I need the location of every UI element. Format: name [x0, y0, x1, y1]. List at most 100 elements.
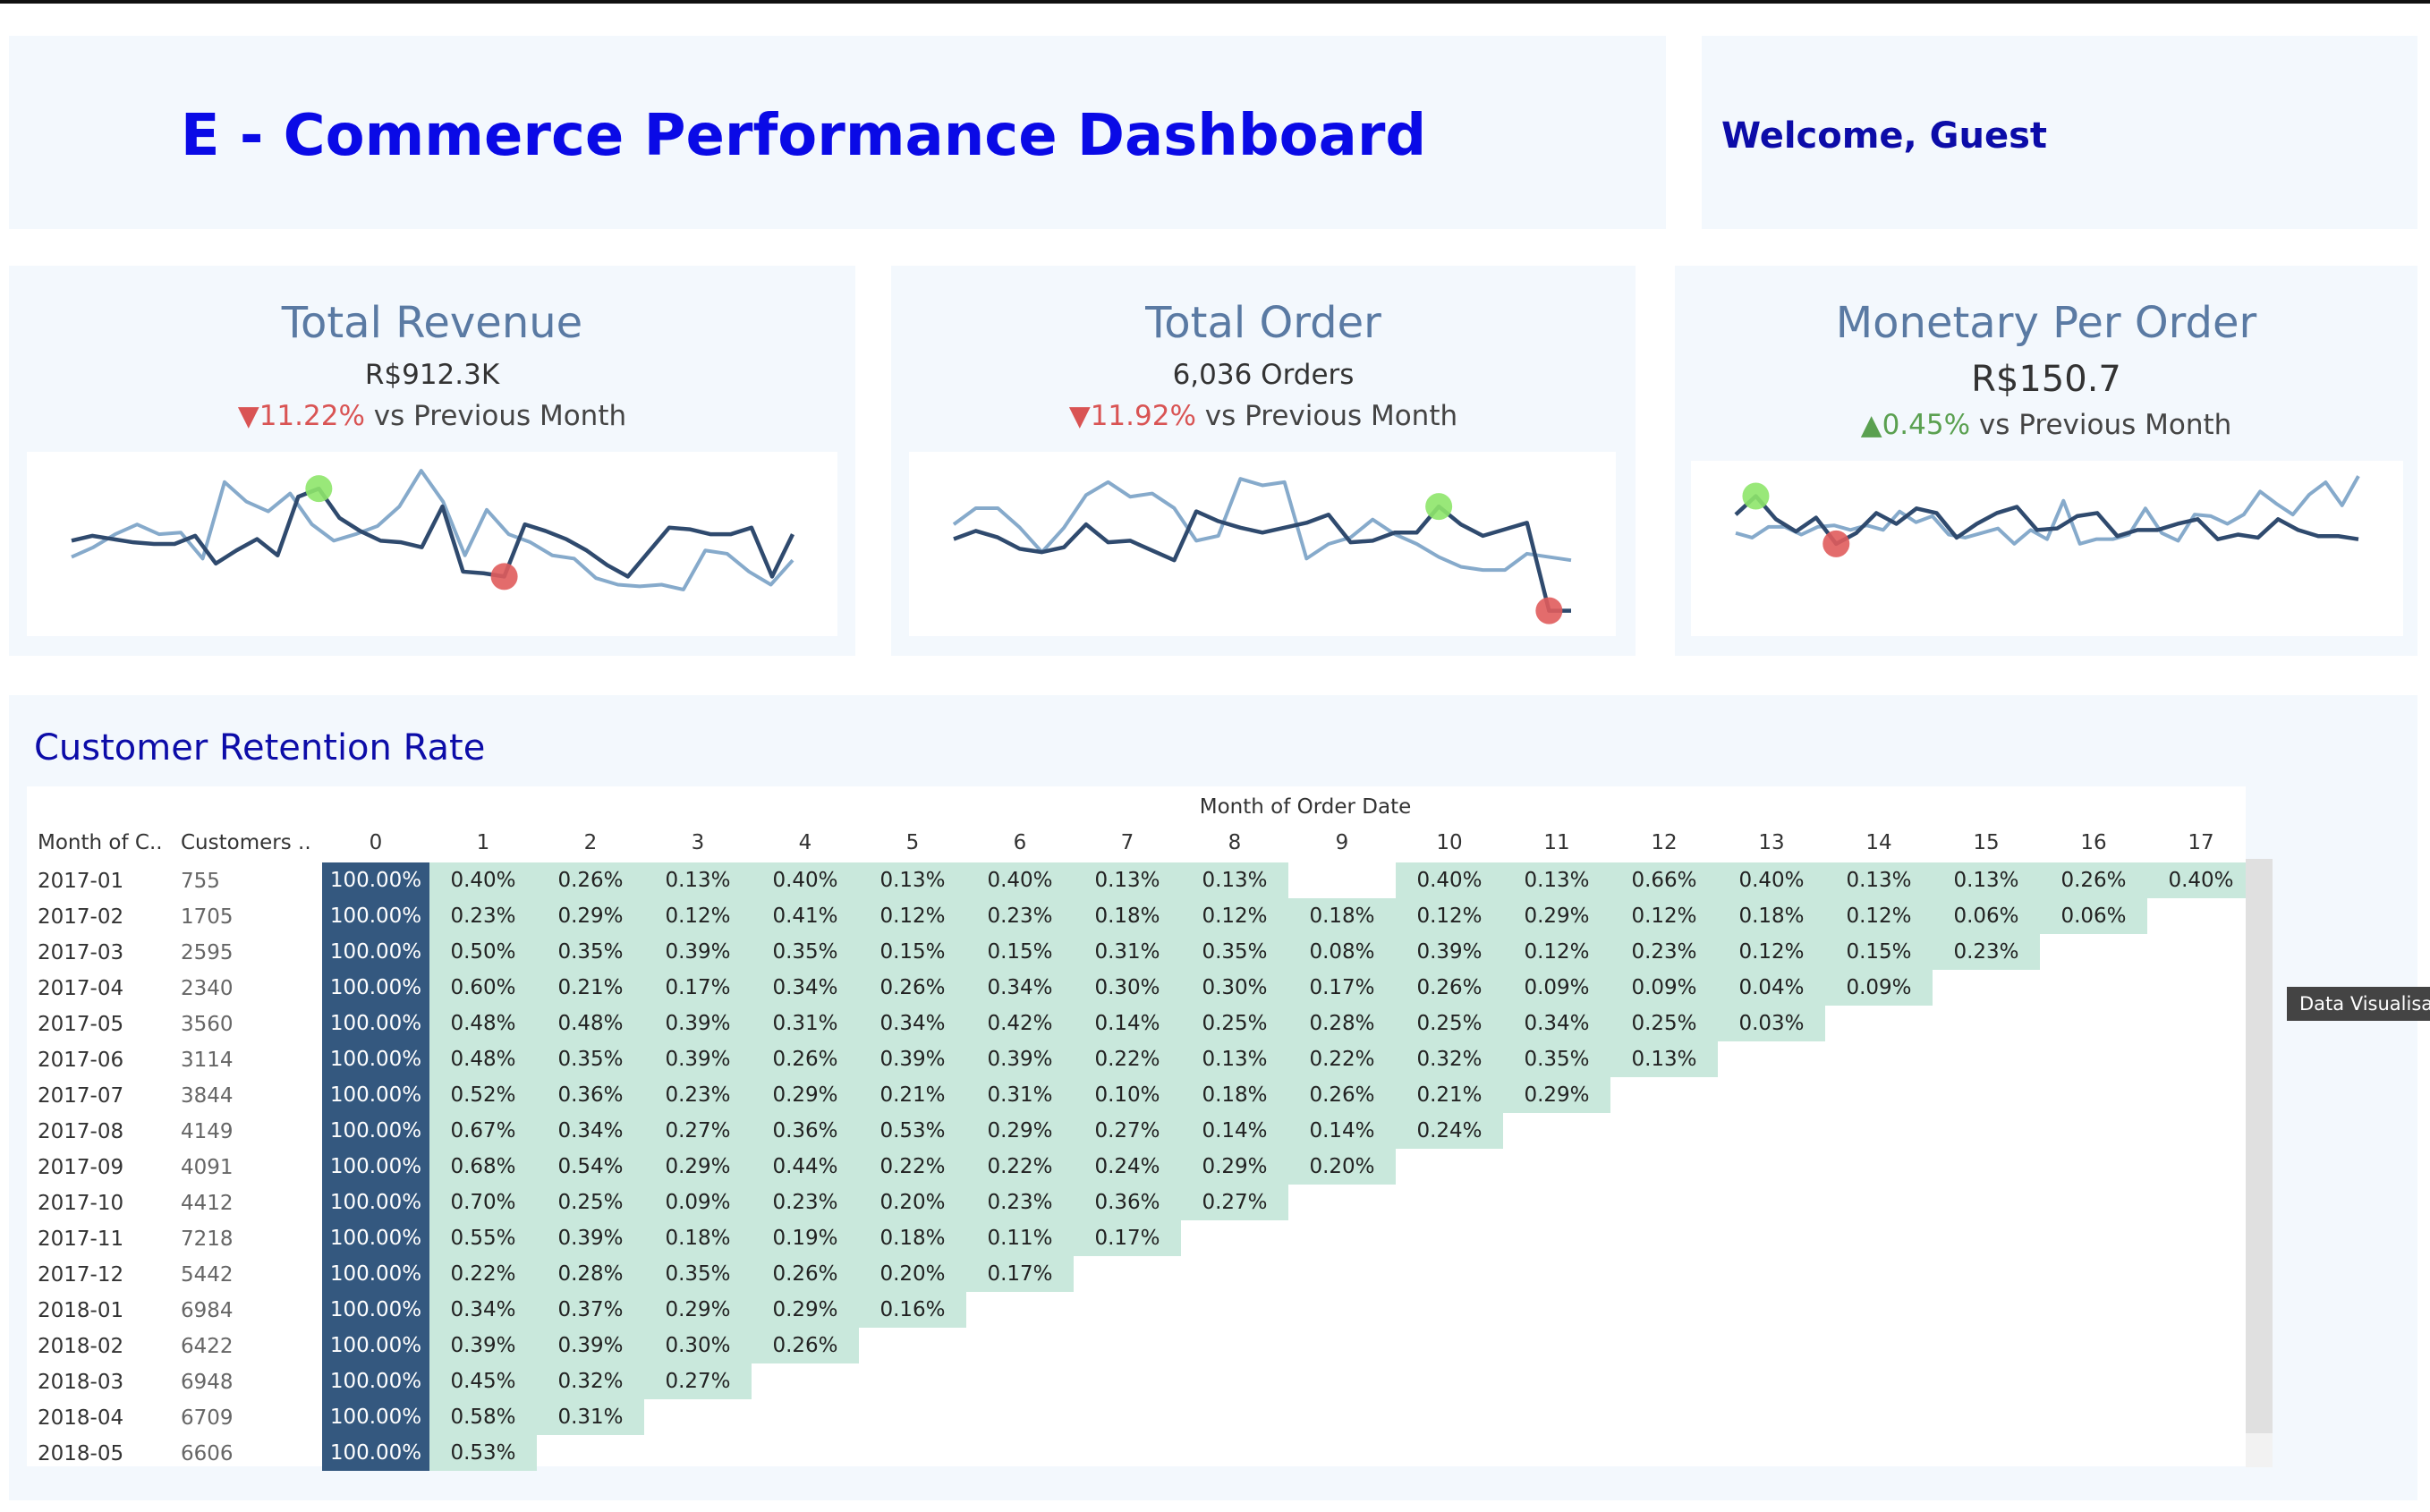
cohort-customers[interactable]: 2595 [181, 941, 234, 964]
retention-cell[interactable]: 0.32% [537, 1363, 644, 1399]
retention-cell[interactable]: 0.18% [1288, 898, 1396, 934]
retention-table[interactable]: Month of Order Date Month of C.. Custome… [27, 786, 2255, 1471]
retention-cell[interactable]: 0.13% [1503, 862, 1610, 898]
retention-cell[interactable]: 100.00% [322, 1220, 429, 1256]
retention-cell[interactable]: 0.13% [644, 862, 752, 898]
period-header[interactable]: 16 [2040, 831, 2147, 854]
retention-cell[interactable]: 0.16% [859, 1292, 966, 1328]
cohort-customers[interactable]: 3844 [181, 1084, 234, 1108]
header-customers[interactable]: Customers .. [181, 831, 311, 854]
cohort-month[interactable]: 2017-06 [38, 1049, 123, 1072]
retention-cell[interactable]: 0.24% [1074, 1149, 1181, 1185]
retention-cell[interactable]: 0.26% [537, 862, 644, 898]
period-header[interactable]: 11 [1503, 831, 1610, 854]
retention-cell[interactable]: 0.18% [1718, 898, 1825, 934]
retention-cell[interactable]: 0.12% [1181, 898, 1288, 934]
retention-cell[interactable]: 0.48% [429, 1041, 537, 1077]
cohort-month[interactable]: 2018-01 [38, 1299, 123, 1322]
monetary-sparkline[interactable] [1691, 461, 2403, 636]
retention-cell[interactable]: 100.00% [322, 1041, 429, 1077]
retention-cell[interactable]: 100.00% [322, 1328, 429, 1363]
retention-cell[interactable]: 0.34% [966, 970, 1074, 1006]
retention-cell[interactable]: 0.29% [644, 1292, 752, 1328]
retention-cell[interactable]: 0.06% [2040, 898, 2147, 934]
cohort-customers[interactable]: 4149 [181, 1120, 234, 1143]
retention-cell[interactable]: 0.53% [859, 1113, 966, 1149]
retention-cell[interactable]: 100.00% [322, 1149, 429, 1185]
cohort-month[interactable]: 2017-10 [38, 1192, 123, 1215]
retention-cell[interactable]: 0.36% [537, 1077, 644, 1113]
retention-cell[interactable]: 0.24% [1396, 1113, 1503, 1149]
retention-cell[interactable]: 0.27% [644, 1113, 752, 1149]
retention-cell[interactable]: 0.06% [1933, 898, 2040, 934]
retention-cell[interactable]: 0.11% [966, 1220, 1074, 1256]
period-header[interactable]: 3 [644, 831, 752, 854]
retention-cell[interactable]: 0.29% [966, 1113, 1074, 1149]
retention-cell[interactable]: 0.22% [966, 1149, 1074, 1185]
cohort-customers[interactable]: 4091 [181, 1156, 234, 1179]
period-header[interactable]: 2 [537, 831, 644, 854]
retention-cell[interactable]: 0.48% [429, 1006, 537, 1041]
retention-cell[interactable]: 100.00% [322, 1399, 429, 1435]
retention-cell[interactable]: 0.23% [1610, 934, 1718, 970]
retention-cell[interactable]: 0.18% [644, 1220, 752, 1256]
period-header[interactable]: 0 [322, 831, 429, 854]
retention-cell[interactable]: 0.18% [859, 1220, 966, 1256]
retention-cell[interactable]: 0.36% [1074, 1185, 1181, 1220]
retention-cell[interactable]: 0.55% [429, 1220, 537, 1256]
retention-cell[interactable]: 0.20% [859, 1256, 966, 1292]
retention-cell[interactable]: 0.29% [1503, 898, 1610, 934]
retention-cell[interactable]: 0.08% [1288, 934, 1396, 970]
period-header[interactable]: 15 [1933, 831, 2040, 854]
retention-cell[interactable]: 0.12% [1718, 934, 1825, 970]
revenue-sparkline[interactable] [27, 452, 837, 636]
retention-cell[interactable]: 0.26% [752, 1256, 859, 1292]
retention-cell[interactable]: 0.29% [1503, 1077, 1610, 1113]
retention-cell[interactable]: 0.13% [1074, 862, 1181, 898]
cohort-customers[interactable]: 4412 [181, 1192, 234, 1215]
retention-cell[interactable]: 0.39% [859, 1041, 966, 1077]
cohort-customers[interactable]: 3114 [181, 1049, 234, 1072]
period-header[interactable]: 6 [966, 831, 1074, 854]
retention-cell[interactable]: 0.13% [1181, 862, 1288, 898]
retention-cell[interactable]: 0.50% [429, 934, 537, 970]
cohort-customers[interactable]: 7218 [181, 1227, 234, 1251]
retention-cell[interactable]: 0.31% [752, 1006, 859, 1041]
retention-cell[interactable]: 0.39% [966, 1041, 1074, 1077]
retention-cell[interactable]: 0.32% [1396, 1041, 1503, 1077]
cohort-customers[interactable]: 6709 [181, 1406, 234, 1430]
kpi-monetary-per-order[interactable]: Monetary Per Order R$150.7 ▲0.45% vs Pre… [1675, 266, 2417, 656]
retention-cell[interactable]: 0.23% [752, 1185, 859, 1220]
retention-cell[interactable]: 0.26% [859, 970, 966, 1006]
retention-cell[interactable]: 0.25% [1610, 1006, 1718, 1041]
retention-cell[interactable]: 0.09% [1825, 970, 1933, 1006]
retention-cell[interactable]: 0.29% [752, 1077, 859, 1113]
retention-cell[interactable]: 100.00% [322, 934, 429, 970]
scrollbar-track[interactable] [2246, 1433, 2273, 1467]
retention-cell[interactable]: 0.40% [2147, 862, 2255, 898]
retention-cell[interactable]: 0.13% [859, 862, 966, 898]
retention-cell[interactable]: 0.70% [429, 1185, 537, 1220]
period-header[interactable]: 10 [1396, 831, 1503, 854]
retention-cell[interactable]: 0.09% [1503, 970, 1610, 1006]
period-header[interactable]: 17 [2147, 831, 2255, 854]
retention-cell[interactable]: 0.60% [429, 970, 537, 1006]
retention-cell[interactable]: 0.20% [1288, 1149, 1396, 1185]
retention-cell[interactable]: 100.00% [322, 1363, 429, 1399]
retention-cell[interactable]: 0.14% [1288, 1113, 1396, 1149]
retention-cell[interactable]: 0.39% [644, 934, 752, 970]
retention-cell[interactable]: 0.26% [2040, 862, 2147, 898]
retention-cell[interactable]: 0.17% [644, 970, 752, 1006]
retention-cell[interactable]: 100.00% [322, 862, 429, 898]
retention-cell[interactable]: 0.13% [1933, 862, 2040, 898]
retention-cell[interactable]: 0.58% [429, 1399, 537, 1435]
cohort-customers[interactable]: 5442 [181, 1263, 234, 1287]
retention-cell[interactable]: 0.12% [1825, 898, 1933, 934]
retention-cell[interactable]: 0.22% [859, 1149, 966, 1185]
retention-cell[interactable]: 0.39% [537, 1220, 644, 1256]
vertical-scrollbar[interactable] [2246, 859, 2273, 1433]
cohort-month[interactable]: 2018-03 [38, 1371, 123, 1394]
retention-cell[interactable]: 0.21% [1396, 1077, 1503, 1113]
retention-cell[interactable]: 100.00% [322, 1435, 429, 1471]
retention-cell[interactable]: 0.23% [429, 898, 537, 934]
